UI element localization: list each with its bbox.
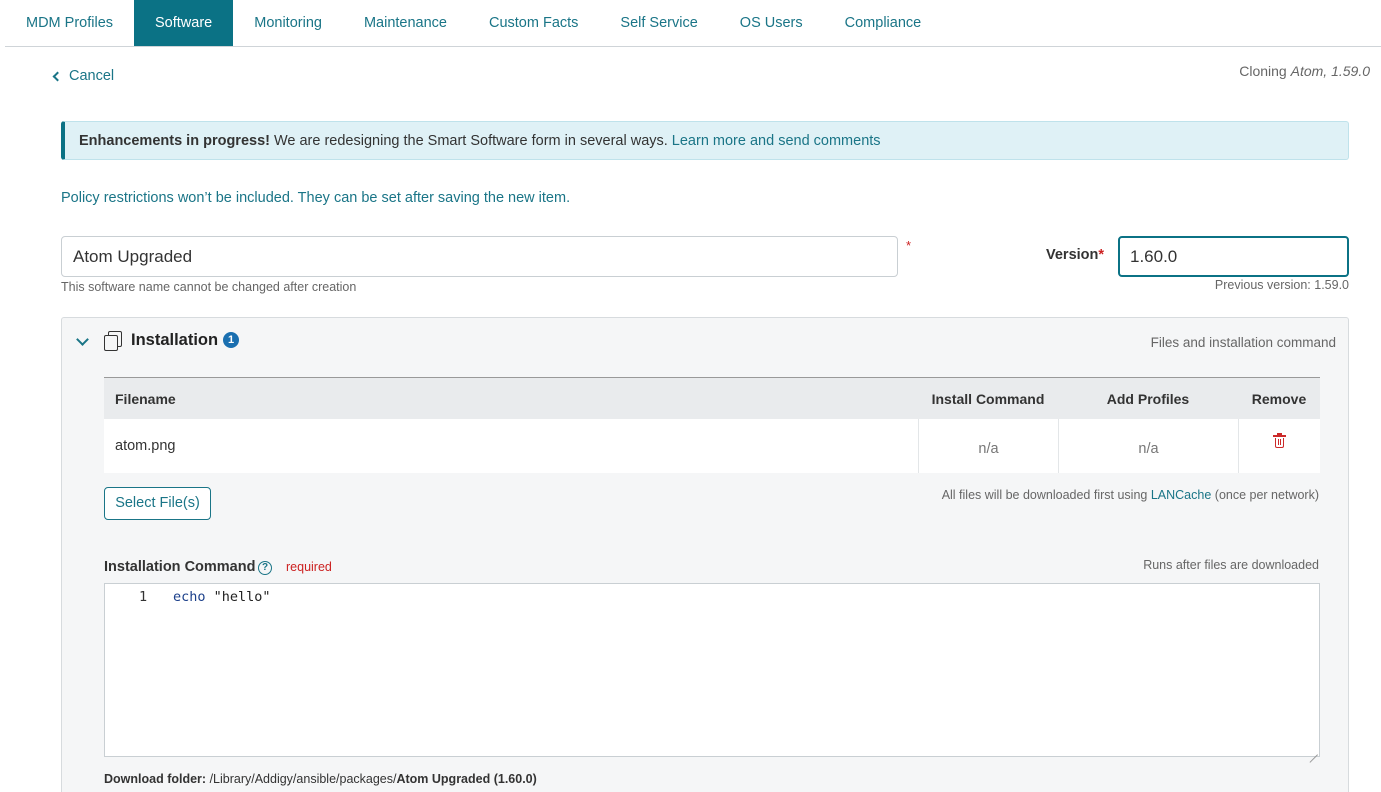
tab-os-users[interactable]: OS Users	[719, 0, 824, 46]
version-label: Version*	[1046, 247, 1104, 263]
installation-count-badge: 1	[223, 332, 239, 348]
code-keyword: echo	[173, 589, 206, 605]
policy-note: Policy restrictions won’t be included. T…	[61, 190, 571, 206]
download-folder: Download folder: /Library/Addigy/ansible…	[104, 772, 537, 786]
col-filename: Filename	[115, 390, 176, 407]
installation-subtitle: Files and installation command	[1150, 335, 1336, 350]
chevron-left-icon	[52, 71, 63, 82]
files-table-header: Filename Install Command Add Profiles Re…	[104, 377, 1320, 419]
tab-self-service[interactable]: Self Service	[599, 0, 718, 46]
top-nav-tabs: MDM Profiles Software Monitoring Mainten…	[5, 0, 1381, 47]
software-name-input[interactable]: Atom Upgraded	[61, 236, 898, 277]
cloning-info: Cloning Atom, 1.59.0	[1239, 63, 1370, 79]
tab-software[interactable]: Software	[134, 0, 234, 46]
line-number: 1	[139, 589, 148, 605]
col-install-command: Install Command	[931, 390, 1045, 407]
banner-text: We are redesigning the Smart Software fo…	[273, 132, 668, 149]
installation-panel: Installation 1 Files and installation co…	[61, 317, 1349, 792]
install-command-cell[interactable]: n/a	[918, 419, 1058, 473]
col-remove: Remove	[1251, 390, 1307, 407]
copy-files-icon	[104, 331, 122, 351]
resize-grip[interactable]	[1310, 747, 1318, 755]
tab-custom-facts[interactable]: Custom Facts	[468, 0, 599, 46]
tab-mdm-profiles[interactable]: MDM Profiles	[5, 0, 134, 46]
lancache-link[interactable]: LANCache	[1151, 488, 1211, 502]
download-label: Download folder:	[104, 772, 207, 786]
download-folder-name: Atom Upgraded (1.60.0)	[396, 772, 537, 786]
installation-command-editor[interactable]: 1 echo "hello"	[104, 583, 1320, 757]
help-icon[interactable]: ?	[258, 561, 272, 575]
version-input[interactable]: 1.60.0	[1118, 236, 1349, 277]
file-name-cell: atom.png	[115, 438, 176, 454]
enhancements-banner: Enhancements in progress! We are redesig…	[61, 121, 1349, 160]
remove-cell	[1238, 419, 1320, 473]
code-argument: "hello"	[205, 589, 271, 605]
tab-maintenance[interactable]: Maintenance	[343, 0, 468, 46]
lancache-note: All files will be downloaded first using…	[942, 488, 1319, 502]
cloning-prefix: Cloning	[1239, 63, 1287, 79]
version-hint: Previous version: 1.59.0	[1214, 278, 1349, 292]
name-hint: This software name cannot be changed aft…	[61, 280, 357, 294]
version-label-text: Version	[1046, 247, 1099, 263]
installation-panel-header[interactable]: Installation 1 Files and installation co…	[62, 318, 1348, 364]
download-path: /Library/Addigy/ansible/packages/	[209, 772, 397, 786]
col-add-profiles: Add Profiles	[1106, 390, 1190, 407]
lancache-prefix: All files will be downloaded first using	[941, 488, 1148, 502]
required-label: required	[286, 560, 332, 574]
trash-icon[interactable]	[1273, 432, 1286, 448]
version-required-mark: *	[1098, 247, 1105, 263]
runs-after-note: Runs after files are downloaded	[1143, 558, 1319, 572]
select-files-button[interactable]: Select File(s)	[104, 487, 211, 520]
installation-command-label: Installation Command	[104, 559, 256, 575]
code-line[interactable]: echo "hello"	[173, 589, 271, 605]
lancache-suffix: (once per network)	[1214, 488, 1319, 502]
table-row: atom.png n/a n/a	[104, 419, 1320, 473]
banner-bold: Enhancements in progress!	[79, 132, 270, 149]
files-table: Filename Install Command Add Profiles Re…	[104, 377, 1320, 473]
cloning-name: Atom, 1.59.0	[1290, 63, 1370, 79]
chevron-down-icon[interactable]	[76, 333, 89, 346]
tab-monitoring[interactable]: Monitoring	[233, 0, 343, 46]
installation-title: Installation	[131, 331, 219, 349]
add-profiles-cell[interactable]: n/a	[1058, 419, 1238, 473]
cancel-label: Cancel	[69, 68, 115, 84]
tab-compliance[interactable]: Compliance	[824, 0, 943, 46]
name-required-mark: *	[906, 238, 912, 253]
learn-more-link[interactable]: Learn more and send comments	[672, 133, 881, 149]
cancel-link[interactable]: Cancel	[52, 68, 115, 84]
